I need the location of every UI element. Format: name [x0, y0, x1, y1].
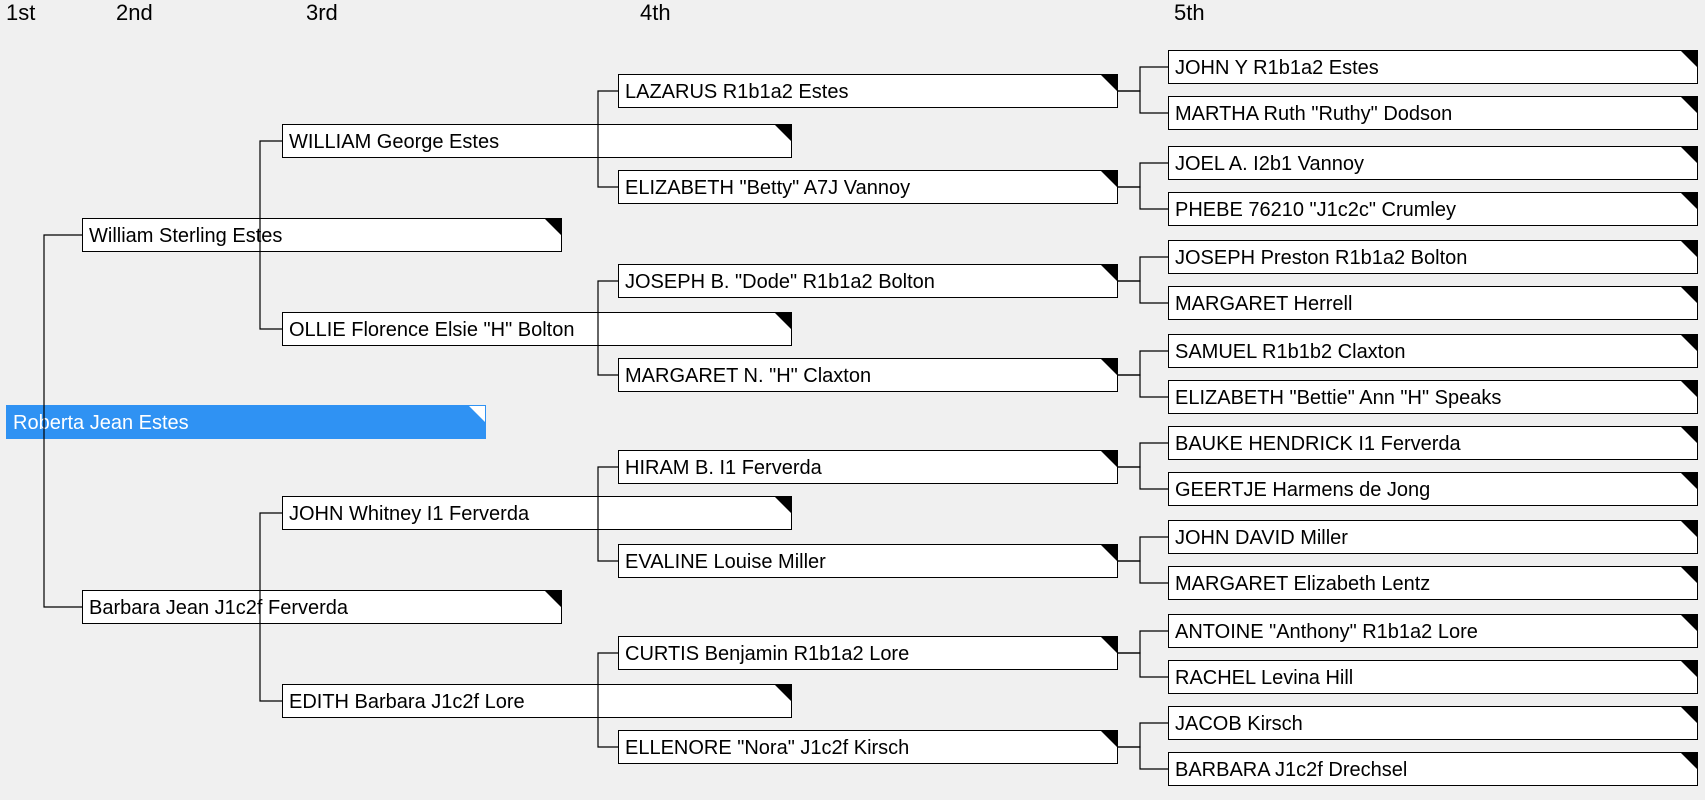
- person-g3-1[interactable]: OLLIE Florence Elsie "H" Bolton: [282, 312, 792, 346]
- person-g3-0[interactable]: WILLIAM George Estes: [282, 124, 792, 158]
- node-corner-icon: [1681, 335, 1697, 351]
- node-corner-icon: [1681, 147, 1697, 163]
- node-corner-icon: [1681, 97, 1697, 113]
- node-corner-icon: [1681, 707, 1697, 723]
- person-name: EVALINE Louise Miller: [625, 551, 826, 573]
- person-name: RACHEL Levina Hill: [1175, 667, 1353, 689]
- person-name: PHEBE 76210 "J1c2c" Crumley: [1175, 199, 1456, 221]
- person-g3-2[interactable]: JOHN Whitney I1 Ferverda: [282, 496, 792, 530]
- gen-header-3: 3rd: [306, 0, 338, 26]
- person-g5-1[interactable]: MARTHA Ruth "Ruthy" Dodson: [1168, 96, 1698, 130]
- person-name: MARGARET N. "H" Claxton: [625, 365, 871, 387]
- node-corner-icon: [1681, 193, 1697, 209]
- person-g4-6[interactable]: CURTIS Benjamin R1b1a2 Lore: [618, 636, 1118, 670]
- node-corner-icon: [1681, 381, 1697, 397]
- person-name: JOEL A. I2b1 Vannoy: [1175, 153, 1364, 175]
- person-g5-4[interactable]: JOSEPH Preston R1b1a2 Bolton: [1168, 240, 1698, 274]
- person-g4-7[interactable]: ELLENORE "Nora" J1c2f Kirsch: [618, 730, 1118, 764]
- person-name: WILLIAM George Estes: [289, 131, 499, 153]
- person-g5-9[interactable]: GEERTJE Harmens de Jong: [1168, 472, 1698, 506]
- person-g4-4[interactable]: HIRAM B. I1 Ferverda: [618, 450, 1118, 484]
- gen-header-4: 4th: [640, 0, 671, 26]
- node-corner-icon: [1681, 51, 1697, 67]
- person-name: Roberta Jean Estes: [13, 412, 189, 434]
- person-g5-13[interactable]: RACHEL Levina Hill: [1168, 660, 1698, 694]
- person-g5-14[interactable]: JACOB Kirsch: [1168, 706, 1698, 740]
- node-corner-icon: [1681, 427, 1697, 443]
- gen-header-2: 2nd: [116, 0, 153, 26]
- node-corner-icon: [1101, 545, 1117, 561]
- family-tree: { "headers": {"g1":"1st","g2":"2nd","g3"…: [0, 0, 1705, 800]
- node-corner-icon: [1101, 75, 1117, 91]
- gen-header-1: 1st: [6, 0, 35, 26]
- person-name: MARTHA Ruth "Ruthy" Dodson: [1175, 103, 1452, 125]
- node-corner-icon: [775, 497, 791, 513]
- person-name: JACOB Kirsch: [1175, 713, 1303, 735]
- person-name: ELIZABETH "Bettie" Ann "H" Speaks: [1175, 387, 1501, 409]
- person-g4-1[interactable]: ELIZABETH "Betty" A7J Vannoy: [618, 170, 1118, 204]
- person-name: JOHN Whitney I1 Ferverda: [289, 503, 529, 525]
- person-name: ANTOINE "Anthony" R1b1a2 Lore: [1175, 621, 1478, 643]
- node-corner-icon: [1681, 287, 1697, 303]
- gen-header-5: 5th: [1174, 0, 1205, 26]
- node-corner-icon: [1681, 473, 1697, 489]
- node-corner-icon: [1681, 753, 1697, 769]
- person-name: JOSEPH Preston R1b1a2 Bolton: [1175, 247, 1467, 269]
- node-corner-icon: [1101, 265, 1117, 281]
- node-corner-icon: [775, 685, 791, 701]
- node-corner-icon: [545, 219, 561, 235]
- node-corner-icon: [469, 406, 485, 422]
- person-g2-0[interactable]: William Sterling Estes: [82, 218, 562, 252]
- person-root[interactable]: Roberta Jean Estes: [6, 405, 486, 439]
- person-g4-2[interactable]: JOSEPH B. "Dode" R1b1a2 Bolton: [618, 264, 1118, 298]
- person-name: BAUKE HENDRICK I1 Ferverda: [1175, 433, 1461, 455]
- person-name: MARGARET Elizabeth Lentz: [1175, 573, 1430, 595]
- person-g3-3[interactable]: EDITH Barbara J1c2f Lore: [282, 684, 792, 718]
- node-corner-icon: [1681, 241, 1697, 257]
- person-name: GEERTJE Harmens de Jong: [1175, 479, 1430, 501]
- person-name: BARBARA J1c2f Drechsel: [1175, 759, 1407, 781]
- person-g5-7[interactable]: ELIZABETH "Bettie" Ann "H" Speaks: [1168, 380, 1698, 414]
- person-g4-3[interactable]: MARGARET N. "H" Claxton: [618, 358, 1118, 392]
- person-g5-8[interactable]: BAUKE HENDRICK I1 Ferverda: [1168, 426, 1698, 460]
- person-g5-15[interactable]: BARBARA J1c2f Drechsel: [1168, 752, 1698, 786]
- person-g5-2[interactable]: JOEL A. I2b1 Vannoy: [1168, 146, 1698, 180]
- person-g5-12[interactable]: ANTOINE "Anthony" R1b1a2 Lore: [1168, 614, 1698, 648]
- person-name: EDITH Barbara J1c2f Lore: [289, 691, 525, 713]
- person-g5-0[interactable]: JOHN Y R1b1a2 Estes: [1168, 50, 1698, 84]
- node-corner-icon: [1681, 615, 1697, 631]
- person-name: William Sterling Estes: [89, 225, 282, 247]
- node-corner-icon: [1101, 637, 1117, 653]
- person-g5-10[interactable]: JOHN DAVID Miller: [1168, 520, 1698, 554]
- node-corner-icon: [545, 591, 561, 607]
- node-corner-icon: [775, 313, 791, 329]
- person-g5-11[interactable]: MARGARET Elizabeth Lentz: [1168, 566, 1698, 600]
- node-corner-icon: [1681, 521, 1697, 537]
- person-g4-5[interactable]: EVALINE Louise Miller: [618, 544, 1118, 578]
- person-name: LAZARUS R1b1a2 Estes: [625, 81, 848, 103]
- node-corner-icon: [1681, 661, 1697, 677]
- person-name: JOHN DAVID Miller: [1175, 527, 1348, 549]
- person-name: Barbara Jean J1c2f Ferverda: [89, 597, 348, 619]
- person-name: SAMUEL R1b1b2 Claxton: [1175, 341, 1406, 363]
- node-corner-icon: [1681, 567, 1697, 583]
- person-name: MARGARET Herrell: [1175, 293, 1352, 315]
- node-corner-icon: [1101, 731, 1117, 747]
- node-corner-icon: [775, 125, 791, 141]
- person-g2-1[interactable]: Barbara Jean J1c2f Ferverda: [82, 590, 562, 624]
- person-name: JOSEPH B. "Dode" R1b1a2 Bolton: [625, 271, 935, 293]
- person-name: ELLENORE "Nora" J1c2f Kirsch: [625, 737, 909, 759]
- node-corner-icon: [1101, 451, 1117, 467]
- person-name: OLLIE Florence Elsie "H" Bolton: [289, 319, 574, 341]
- person-name: HIRAM B. I1 Ferverda: [625, 457, 822, 479]
- person-name: JOHN Y R1b1a2 Estes: [1175, 57, 1379, 79]
- person-g4-0[interactable]: LAZARUS R1b1a2 Estes: [618, 74, 1118, 108]
- person-g5-3[interactable]: PHEBE 76210 "J1c2c" Crumley: [1168, 192, 1698, 226]
- person-name: CURTIS Benjamin R1b1a2 Lore: [625, 643, 909, 665]
- node-corner-icon: [1101, 171, 1117, 187]
- person-g5-5[interactable]: MARGARET Herrell: [1168, 286, 1698, 320]
- person-name: ELIZABETH "Betty" A7J Vannoy: [625, 177, 910, 199]
- person-g5-6[interactable]: SAMUEL R1b1b2 Claxton: [1168, 334, 1698, 368]
- node-corner-icon: [1101, 359, 1117, 375]
